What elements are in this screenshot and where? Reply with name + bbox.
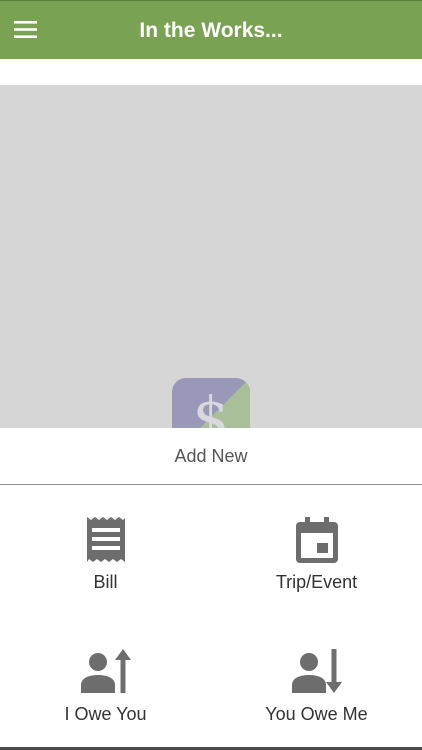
menu-button[interactable] xyxy=(14,11,54,47)
option-icon-wrap xyxy=(0,510,211,570)
add-trip-event-option[interactable]: Trip/Event xyxy=(211,510,422,640)
modal-backdrop[interactable]: $ xyxy=(0,85,422,428)
option-label: You Owe Me xyxy=(265,704,368,724)
person-arrow-down-icon xyxy=(291,649,342,693)
add-you-owe-me-option[interactable]: You Owe Me xyxy=(211,640,422,750)
screen: In the Works... $ Add New Bill Trip/Even… xyxy=(0,0,422,750)
option-icon-wrap xyxy=(211,510,422,570)
sheet-title: Add New xyxy=(174,446,248,466)
add-new-sheet: Add New Bill Trip/Event I Owe You You Ow… xyxy=(0,428,422,750)
option-label: Trip/Event xyxy=(275,572,358,592)
option-label: Bill xyxy=(93,572,118,592)
hamburger-menu-icon xyxy=(14,20,37,38)
top-navigation-bar: In the Works... xyxy=(0,0,422,59)
svg-text:$: $ xyxy=(193,384,230,428)
option-icon-wrap xyxy=(211,640,422,700)
receipt-icon xyxy=(86,517,125,562)
content-strip xyxy=(0,59,422,85)
option-icon-wrap xyxy=(0,640,211,700)
divider xyxy=(0,484,422,485)
option-label: I Owe You xyxy=(64,704,147,724)
add-i-owe-you-option[interactable]: I Owe You xyxy=(0,640,211,750)
dollar-sign-logo-icon: $ xyxy=(172,378,250,428)
page-title: In the Works... xyxy=(139,19,283,42)
app-logo: $ xyxy=(172,378,250,428)
person-arrow-up-icon xyxy=(80,649,131,693)
add-bill-option[interactable]: Bill xyxy=(0,510,211,640)
calendar-icon xyxy=(295,517,338,563)
